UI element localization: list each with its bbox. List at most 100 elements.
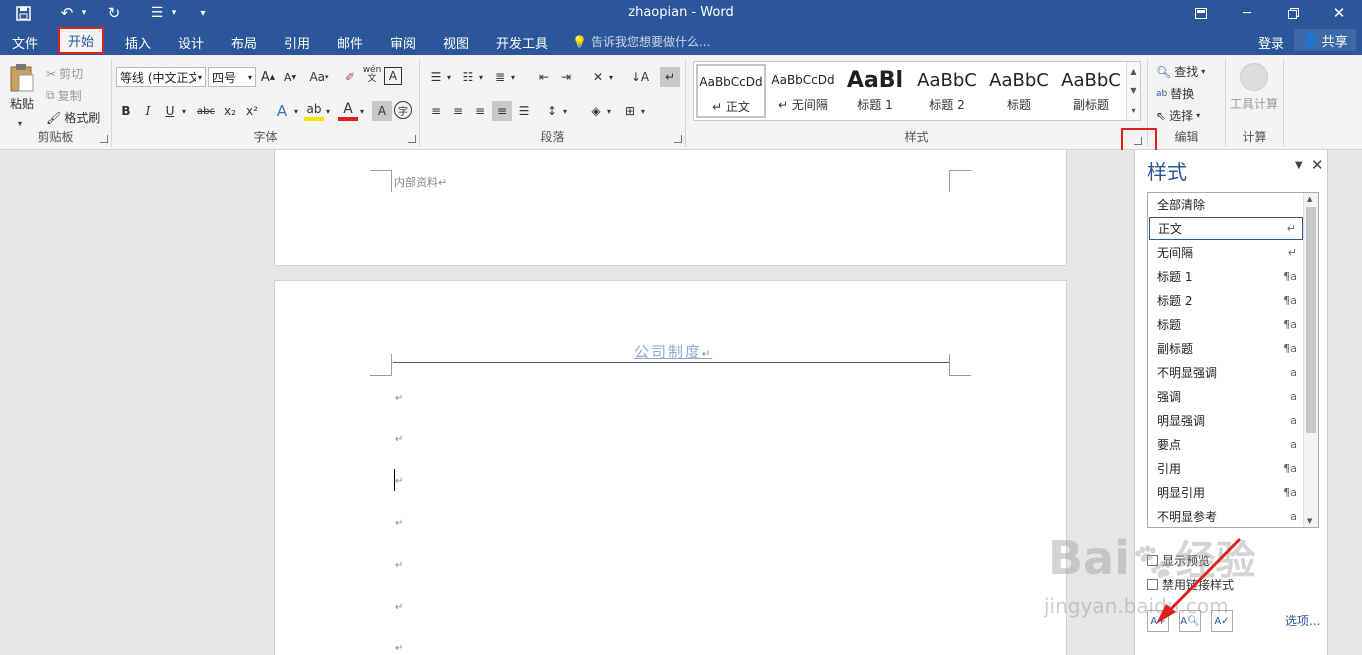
scroll-up-icon[interactable]: ▲ <box>1307 195 1312 203</box>
text-effects-icon[interactable]: A <box>272 101 292 121</box>
chinese-layout-dropdown-icon[interactable]: ▾ <box>606 67 616 87</box>
style-list-item-clear-all[interactable]: 全部清除 <box>1149 193 1303 216</box>
tab-mailings[interactable]: 邮件 <box>329 30 371 54</box>
gallery-up-icon[interactable]: ▲ <box>1130 67 1136 76</box>
style-list-item-subtle-emphasis[interactable]: 不明显强调 a <box>1149 361 1303 384</box>
tab-insert[interactable]: 插入 <box>117 30 159 54</box>
shading-icon[interactable]: ◈ <box>586 101 606 121</box>
tab-developer[interactable]: 开发工具 <box>488 30 556 54</box>
tab-view[interactable]: 视图 <box>435 30 477 54</box>
phonetic-guide-button[interactable]: wén 文 <box>362 65 382 85</box>
tab-layout[interactable]: 布局 <box>223 30 265 54</box>
increase-indent-icon[interactable]: ⇥ <box>556 67 576 87</box>
paragraph-mark[interactable]: ↵ <box>395 643 403 654</box>
multilevel-list-icon[interactable]: ≣ <box>490 67 510 87</box>
tab-review[interactable]: 审阅 <box>382 30 424 54</box>
style-list-item-strong[interactable]: 要点 a <box>1149 433 1303 456</box>
style-list-item-normal[interactable]: 正文 ↵ <box>1149 217 1303 240</box>
cut-button[interactable]: ✂ 剪切 <box>46 65 83 82</box>
grow-font-icon[interactable]: A ▲ <box>258 67 278 87</box>
char-border-icon[interactable]: A <box>384 67 402 85</box>
font-color-icon[interactable]: A <box>338 101 358 121</box>
style-heading-1[interactable]: AaBl 标题 1 <box>840 64 910 118</box>
style-list-item-heading-2[interactable]: 标题 2 ¶a <box>1149 289 1303 312</box>
format-painter-button[interactable]: 🖌 格式刷 <box>46 109 100 126</box>
multilevel-dropdown-icon[interactable]: ▾ <box>508 67 518 87</box>
borders-dropdown-icon[interactable]: ▾ <box>638 101 648 121</box>
gallery-down-icon[interactable]: ▼ <box>1130 86 1136 95</box>
enclose-char-icon[interactable]: 字 <box>394 101 412 119</box>
style-list-item-intense-quote[interactable]: 明显引用 ¶a <box>1149 481 1303 504</box>
style-list-item-intense-emphasis[interactable]: 明显强调 a <box>1149 409 1303 432</box>
underline-dropdown-icon[interactable]: ▾ <box>178 101 190 121</box>
italic-button[interactable]: I <box>138 101 158 121</box>
select-button[interactable]: ⇖ 选择 ▾ <box>1156 107 1200 124</box>
paragraph-mark[interactable]: ↵ <box>395 518 403 529</box>
sort-icon[interactable]: ↓A <box>630 67 650 87</box>
highlight-icon[interactable]: ab <box>304 101 324 121</box>
paragraph-launcher-icon[interactable] <box>674 135 682 143</box>
tab-file[interactable]: 文件 <box>4 30 46 54</box>
strikethrough-button[interactable]: abc <box>194 101 218 121</box>
pane-options-icon[interactable]: ▼ <box>1295 160 1303 171</box>
restore-icon[interactable] <box>1270 0 1316 26</box>
paragraph-mark[interactable]: ↵ <box>395 434 403 445</box>
style-list-item-heading-1[interactable]: 标题 1 ¶a <box>1149 265 1303 288</box>
align-left-icon[interactable]: ≡ <box>426 101 446 121</box>
scroll-down-icon[interactable]: ▼ <box>1307 517 1312 525</box>
paragraph-mark[interactable]: ↵ <box>395 476 403 487</box>
pane-close-icon[interactable]: ✕ <box>1311 156 1324 174</box>
minimize-icon[interactable]: ─ <box>1224 0 1270 26</box>
login-link[interactable]: 登录 <box>1258 33 1284 52</box>
shading-dropdown-icon[interactable]: ▾ <box>604 101 614 121</box>
superscript-button[interactable]: x² <box>242 101 262 121</box>
style-list-item-subtle-reference[interactable]: 不明显参考 a <box>1149 505 1303 527</box>
close-icon[interactable]: ✕ <box>1316 0 1362 26</box>
bullets-icon[interactable]: ☰ <box>426 67 446 87</box>
numbering-dropdown-icon[interactable]: ▾ <box>476 67 486 87</box>
share-button[interactable]: 👤 共享 <box>1294 29 1356 51</box>
paragraph-mark[interactable]: ↵ <box>395 560 403 571</box>
highlight-dropdown-icon[interactable]: ▾ <box>322 101 334 121</box>
numbering-icon[interactable]: ☷ <box>458 67 478 87</box>
font-name-combo[interactable]: 等线 (中文正文)▾ <box>116 67 206 87</box>
subscript-button[interactable]: x₂ <box>220 101 240 121</box>
gallery-more-icon[interactable]: ▾ <box>1131 106 1135 115</box>
find-button[interactable]: 🔍︎ 查找 ▾ <box>1156 63 1205 80</box>
font-launcher-icon[interactable] <box>408 135 416 143</box>
justify-icon[interactable]: ≡ <box>492 101 512 121</box>
line-spacing-icon[interactable]: ↕ <box>542 101 562 121</box>
chinese-layout-icon[interactable]: ✕ <box>588 67 608 87</box>
bold-button[interactable]: B <box>116 101 136 121</box>
borders-icon[interactable]: ⊞ <box>620 101 640 121</box>
clear-format-icon[interactable]: ✐ <box>340 67 360 87</box>
font-size-combo[interactable]: 四号 ▾ <box>208 67 256 87</box>
tell-me-box[interactable]: 💡 告诉我您想要做什么... <box>572 33 710 50</box>
paragraph-mark[interactable]: ↵ <box>395 602 403 613</box>
page-header-title[interactable]: 公司制度↵ <box>634 341 712 362</box>
header-text[interactable]: 内部资料↵ <box>394 174 447 190</box>
bullets-dropdown-icon[interactable]: ▾ <box>444 67 454 87</box>
show-marks-icon[interactable]: ↵ <box>660 67 680 87</box>
paste-button[interactable]: 粘贴 <box>8 63 36 112</box>
style-normal[interactable]: AaBbCcDd ↵ 正文 <box>696 64 766 118</box>
tool-compute-button[interactable]: 工具计算 <box>1230 63 1278 112</box>
shrink-font-icon[interactable]: A ▼ <box>280 67 300 87</box>
distributed-icon[interactable]: ☰ <box>514 101 534 121</box>
copy-button[interactable]: ⧉ 复制 <box>46 87 82 104</box>
style-list-scrollbar[interactable]: ▲ ▼ <box>1303 193 1318 527</box>
underline-button[interactable]: U <box>160 101 180 121</box>
tab-references[interactable]: 引用 <box>276 30 318 54</box>
style-heading-2[interactable]: AaBbC 标题 2 <box>912 64 982 118</box>
paragraph-mark[interactable]: ↵ <box>395 393 403 404</box>
style-list-item-quote[interactable]: 引用 ¶a <box>1149 457 1303 480</box>
text-effects-dropdown-icon[interactable]: ▾ <box>290 101 302 121</box>
style-list-item-subtitle[interactable]: 副标题 ¶a <box>1149 337 1303 360</box>
clipboard-launcher-icon[interactable] <box>100 135 108 143</box>
options-link[interactable]: 选项... <box>1285 612 1320 629</box>
paste-dropdown-icon[interactable]: ▾ <box>18 119 22 128</box>
align-right-icon[interactable]: ≡ <box>470 101 490 121</box>
style-no-spacing[interactable]: AaBbCcDd ↵ 无间隔 <box>768 64 838 118</box>
style-list-item-emphasis[interactable]: 强调 a <box>1149 385 1303 408</box>
style-list-item-no-spacing[interactable]: 无间隔 ↵ <box>1149 241 1303 264</box>
